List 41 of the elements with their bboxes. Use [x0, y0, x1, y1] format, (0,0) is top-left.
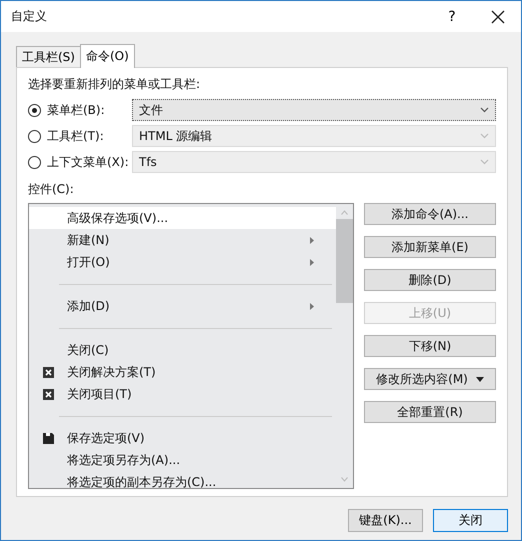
chevron-icon [480, 159, 489, 165]
close-icon [491, 10, 505, 24]
dialog-button[interactable]: 关闭 [433, 509, 508, 532]
action-button[interactable]: 添加命令(A)... [364, 203, 496, 225]
dropdown[interactable]: 文件 [132, 99, 496, 121]
dropdown[interactable]: Tfs [132, 151, 496, 173]
action-button[interactable]: 全部重置(R) [364, 401, 496, 423]
list-item[interactable]: 添加(D) [29, 295, 336, 317]
list-item[interactable]: 将选定项的副本另存为(C)... [29, 471, 336, 488]
controls-label: 控件(C): [28, 181, 75, 198]
save-icon [42, 432, 54, 444]
prompt-label: 选择要重新排列的菜单或工具栏: [28, 76, 202, 93]
list-item[interactable]: 将选定项另存为(A)... [29, 449, 336, 471]
scrollbar-thumb[interactable] [336, 219, 353, 303]
list-item[interactable]: 关闭(C) [29, 339, 336, 361]
close-icon [42, 366, 54, 378]
list-item[interactable]: 新建(N) [29, 229, 336, 251]
radio-label: 上下文菜单(X): [47, 154, 129, 170]
list-item[interactable]: 保存选定项(V) [29, 427, 336, 449]
list-item[interactable]: 高级保存选项(V)... [29, 207, 336, 229]
list-item[interactable]: 关闭解决方案(T) [29, 361, 336, 383]
dialog-button[interactable]: 键盘(K)... [348, 509, 423, 532]
list-item[interactable]: 关闭项目(T) [29, 383, 336, 405]
close-icon [42, 388, 54, 400]
chevron-icon [480, 107, 489, 113]
help-button[interactable]: ? [429, 1, 475, 32]
radio-label: 菜单栏(B): [47, 102, 105, 118]
dropdown[interactable]: HTML 源编辑 [132, 125, 496, 147]
radio-button[interactable] [28, 130, 41, 142]
list-item[interactable]: 打开(O) [29, 251, 336, 273]
tab[interactable]: 工具栏(S) [16, 46, 81, 67]
radio-button[interactable] [28, 156, 41, 168]
window-title: 自定义 [11, 8, 48, 25]
radio-button[interactable] [28, 104, 41, 116]
action-button[interactable]: 修改所选内容(M) [364, 368, 496, 390]
action-button[interactable]: 下移(N) [364, 335, 496, 357]
tab[interactable]: 命令(O) [80, 44, 135, 68]
chevron-icon [480, 133, 489, 139]
action-button[interactable]: 删除(D) [364, 269, 496, 291]
radio-label: 工具栏(T): [47, 128, 104, 144]
action-button[interactable]: 添加新菜单(E) [364, 236, 496, 258]
